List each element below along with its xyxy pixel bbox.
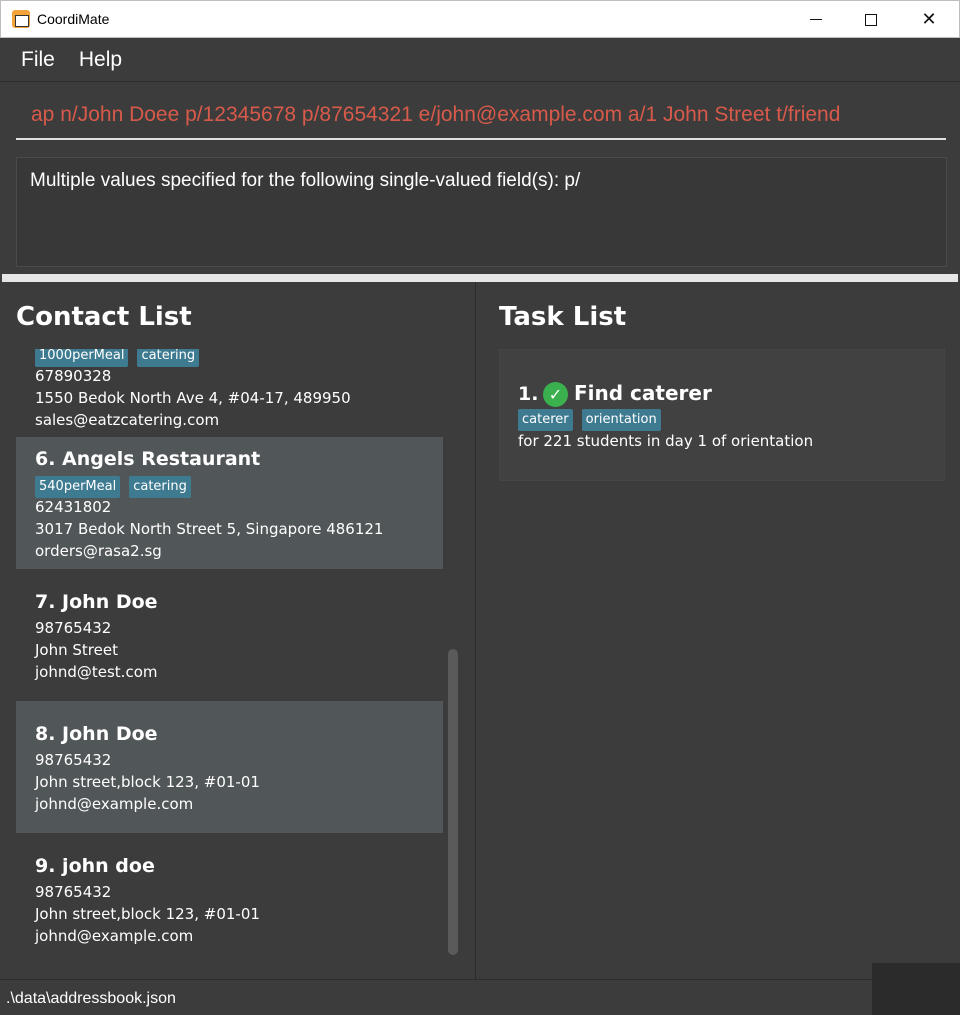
window-title: CoordiMate (37, 11, 110, 27)
contact-email: johnd@example.com (35, 795, 194, 813)
contact-email: sales@eatzcatering.com (35, 411, 220, 429)
contact-email: johnd@example.com (35, 927, 194, 945)
task-description: for 221 students in day 1 of orientation (518, 432, 814, 450)
contact-phone: 67890328 (35, 367, 112, 385)
command-input[interactable]: ap n/John Doee p/12345678 p/87654321 e/j… (16, 93, 946, 140)
close-icon: ✕ (921, 9, 937, 30)
menu-file[interactable]: File (21, 48, 55, 72)
status-path: .\data\addressbook.json (6, 990, 176, 1007)
contact-phone: 98765432 (35, 751, 112, 769)
tag: 540perMeal (35, 476, 121, 498)
pane-splitter[interactable] (2, 274, 958, 282)
contact-name: 9. john doe (35, 855, 155, 877)
contact-list-title: Contact List (16, 302, 192, 332)
contact-card[interactable]: 7. John Doe 98765432 John Street johnd@t… (16, 569, 443, 701)
tag: 1000perMeal (35, 349, 129, 367)
contact-card[interactable]: 9. john doe 98765432 John street,block 1… (16, 833, 443, 966)
contact-pane: Contact List 1000perMeal catering 678903… (0, 282, 476, 979)
menu-bar: File Help (0, 38, 960, 82)
contact-phone: 98765432 (35, 883, 112, 901)
tag: catering (137, 349, 200, 367)
contact-address: 3017 Bedok North Street 5, Singapore 486… (35, 520, 384, 538)
tag: caterer (518, 409, 573, 431)
calendar-app-icon (12, 10, 30, 28)
contact-name: 7. John Doe (35, 591, 158, 613)
maximize-button[interactable] (842, 1, 900, 38)
task-pane: Task List 1. ✓ Find caterer caterer orie… (477, 282, 960, 979)
status-bar: .\data\addressbook.json (0, 979, 872, 1015)
contact-phone: 62431802 (35, 498, 112, 516)
contact-phone: 98765432 (35, 619, 112, 637)
command-input-text: ap n/John Doee p/12345678 p/87654321 e/j… (31, 103, 841, 126)
task-title: Find caterer (574, 381, 712, 405)
check-circle-icon: ✓ (543, 382, 568, 407)
contact-list[interactable]: 1000perMeal catering 67890328 1550 Bedok… (16, 349, 443, 966)
scrollbar-thumb[interactable] (448, 649, 458, 955)
tag: catering (129, 476, 191, 498)
minimize-button[interactable] (787, 1, 845, 38)
task-list-title: Task List (499, 302, 627, 332)
contact-email: johnd@test.com (35, 663, 158, 681)
contact-name: 6. Angels Restaurant (35, 448, 261, 470)
contact-address: John street,block 123, #01-01 (35, 773, 260, 791)
contact-card[interactable]: 6. Angels Restaurant 540perMeal catering… (16, 437, 443, 569)
task-tags: caterer orientation (518, 409, 661, 431)
contact-tags: 1000perMeal catering (35, 349, 200, 367)
result-display: Multiple values specified for the follow… (16, 157, 947, 267)
status-bar-corner (872, 963, 960, 1015)
contact-address: 1550 Bedok North Ave 4, #04-17, 489950 (35, 389, 351, 407)
result-message: Multiple values specified for the follow… (30, 170, 581, 191)
contact-card[interactable]: 8. John Doe 98765432 John street,block 1… (16, 701, 443, 833)
tag: orientation (581, 409, 661, 431)
contact-address: John Street (35, 641, 118, 659)
contact-list-scrollbar[interactable] (446, 649, 460, 955)
minimize-icon (810, 19, 822, 20)
task-index: 1. (518, 383, 539, 405)
contact-name: 8. John Doe (35, 723, 158, 745)
task-card[interactable]: 1. ✓ Find caterer caterer orientation fo… (499, 349, 945, 481)
contact-tags: 540perMeal catering (35, 476, 191, 498)
contact-address: John street,block 123, #01-01 (35, 905, 260, 923)
contact-card[interactable]: 1000perMeal catering 67890328 1550 Bedok… (16, 349, 443, 436)
maximize-icon (865, 13, 877, 26)
contact-email: orders@rasa2.sg (35, 542, 162, 560)
title-bar: CoordiMate ✕ (0, 0, 960, 38)
menu-help[interactable]: Help (79, 48, 122, 72)
close-button[interactable]: ✕ (900, 1, 958, 38)
